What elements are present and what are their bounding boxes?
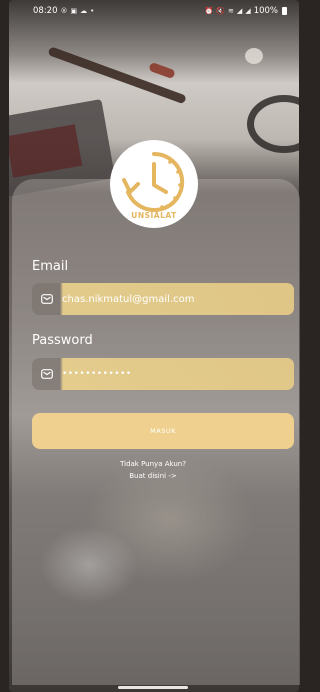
password-label: Password: [32, 333, 93, 348]
signal-icon: ◢: [245, 7, 251, 15]
mail-icon: [32, 294, 62, 304]
pen-tip-decoration: [148, 61, 176, 80]
logo-text: UNSIALAT: [131, 211, 177, 220]
status-left: 08:20 ® ▣ ☁ •: [33, 6, 94, 16]
signal-icon: ◢: [236, 7, 243, 15]
cloud-icon: ☁: [80, 7, 88, 15]
status-right: ⏰ 🔇 ≋ ◢ ◢ 100%: [205, 6, 287, 16]
mail-icon: [32, 369, 62, 379]
email-value[interactable]: chas.nikmatul@gmail.com: [62, 294, 194, 305]
status-bar: 08:20 ® ▣ ☁ • ⏰ 🔇 ≋ ◢ ◢ 100%: [9, 0, 299, 22]
email-label: Email: [32, 259, 69, 274]
battery-icon: [282, 7, 287, 15]
app-logo: UNSIALAT: [110, 140, 198, 228]
login-button[interactable]: MASUK: [32, 413, 294, 449]
image-icon: ▣: [70, 7, 78, 15]
battery-percent: 100%: [253, 6, 278, 16]
register-question: Tidak Punya Akun?: [120, 460, 186, 468]
register-link[interactable]: Buat disini ->: [0, 472, 306, 480]
wifi-icon: ≋: [228, 7, 234, 15]
dot-icon: •: [90, 7, 95, 15]
email-field[interactable]: chas.nikmatul@gmail.com: [32, 283, 294, 315]
mute-icon: 🔇: [216, 7, 226, 15]
circle-r-icon: ®: [60, 7, 68, 15]
eraser-decoration: [245, 48, 263, 64]
alarm-icon: ⏰: [204, 7, 214, 15]
status-time: 08:20: [33, 6, 58, 16]
glasses-decoration: [247, 95, 299, 153]
home-indicator[interactable]: [118, 686, 188, 689]
password-field[interactable]: ••••••••••••: [32, 358, 294, 390]
login-button-label: MASUK: [150, 427, 176, 435]
password-value[interactable]: ••••••••••••: [62, 369, 132, 379]
